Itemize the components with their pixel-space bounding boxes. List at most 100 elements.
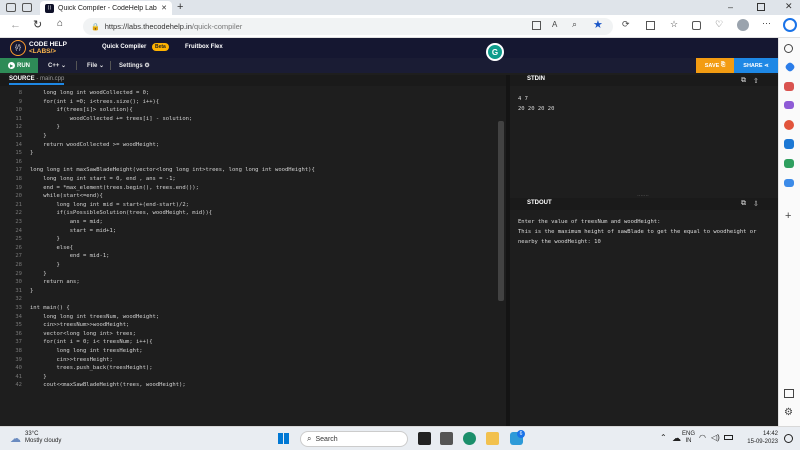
read-aloud-icon[interactable]: A (552, 20, 557, 29)
favorite-star-icon[interactable]: ★ (593, 18, 603, 31)
file-explorer-icon[interactable] (486, 432, 499, 445)
pane-divider[interactable] (506, 75, 510, 426)
share-button[interactable]: SHARE ⋖ (734, 58, 778, 73)
collections-icon[interactable] (692, 21, 701, 30)
stdin-line[interactable]: 20 20 20 20 (518, 106, 554, 112)
tab-actions-icon[interactable] (22, 3, 32, 12)
code-line[interactable]: long long int treesNum, woodHeight; (30, 314, 159, 320)
code-line[interactable]: cin>>treesNum>>woodHeight; (30, 322, 129, 328)
upload-stdin-icon[interactable]: ⇧ (753, 77, 759, 85)
code-line[interactable]: } (30, 288, 33, 294)
settings-menu[interactable]: Settings ⚙ (119, 62, 150, 69)
system-clock[interactable]: 14:42 15-09-2023 (738, 430, 778, 446)
code-line[interactable]: for(int i = 0; i< treesNum; i++){ (30, 339, 152, 345)
grammarly-icon[interactable]: G (486, 43, 504, 61)
code-line[interactable]: } (30, 150, 33, 156)
code-line[interactable]: return ans; (30, 279, 79, 285)
close-tab-icon[interactable]: ✕ (161, 4, 167, 12)
copy-stdin-icon[interactable]: ⧉ (741, 77, 746, 85)
browser-tab-active[interactable]: ⟨⟩ Quick Compiler - CodeHelp Labs ✕ (40, 1, 172, 15)
code-line[interactable]: end = mid-1; (30, 253, 110, 259)
workspaces-icon[interactable] (6, 3, 16, 12)
nav-quick-compiler[interactable]: Quick Compiler (102, 44, 146, 50)
code-line[interactable]: else{ (30, 245, 73, 251)
code-line[interactable]: end = *max_element(trees.begin(), trees.… (30, 185, 199, 191)
task-view-icon[interactable] (418, 432, 431, 445)
code-line[interactable]: while(start<=end){ (30, 193, 103, 199)
taskbar-search[interactable]: ⌕ Search (300, 431, 408, 447)
code-line[interactable]: cout<<maxSawBladeHeight(trees, woodHeigh… (30, 382, 185, 388)
copy-stdout-icon[interactable]: ⧉ (741, 200, 746, 208)
source-tab[interactable]: SOURCE - main.cpp (9, 76, 65, 85)
code-line[interactable]: if(trees[i]> solution){ (30, 107, 132, 113)
editor-scrollbar[interactable] (498, 121, 504, 301)
add-sidebar-icon[interactable]: + (785, 210, 791, 222)
nav-fruitbox-flex[interactable]: Fruitbox Flex (185, 44, 223, 50)
outlook-icon[interactable] (784, 139, 794, 149)
minimize-icon[interactable]: – (728, 2, 733, 12)
home-icon[interactable]: ⌂ (57, 18, 63, 29)
onedrive-icon[interactable]: ☁ (672, 433, 681, 444)
save-button[interactable]: SAVE ⎘ (696, 58, 734, 73)
e-tree-icon[interactable] (784, 159, 794, 168)
code-line[interactable]: } (30, 262, 59, 268)
back-icon[interactable]: ← (10, 19, 21, 31)
split-screen-icon[interactable] (646, 21, 655, 30)
weather-widget[interactable]: ☁ 33°C Mostly cloudy (10, 431, 61, 445)
shopping-icon[interactable] (784, 61, 796, 73)
tools-icon[interactable] (784, 82, 794, 91)
code-line[interactable]: } (30, 133, 46, 139)
code-line[interactable]: woodCollected += trees[i] - solution; (30, 116, 193, 122)
send-icon[interactable] (784, 179, 794, 187)
code-line[interactable]: return woodCollected >= woodHeight; (30, 142, 159, 148)
chrome-icon[interactable] (463, 432, 476, 445)
code-line[interactable]: for(int i =0; i<trees.size(); i++){ (30, 99, 159, 105)
more-menu-icon[interactable]: ··· (762, 18, 771, 28)
code-line[interactable]: long long int woodCollected = 0; (30, 90, 149, 96)
code-line[interactable]: start = mid+1; (30, 228, 116, 234)
code-editor[interactable]: 8 long long int woodCollected = 0; 9 for(… (0, 90, 496, 420)
favorites-icon[interactable]: ☆ (670, 19, 678, 30)
extensions-icon[interactable]: ♡ (715, 19, 723, 30)
code-line[interactable]: if(isPossibleSolution(trees, woodHeight,… (30, 210, 212, 216)
language-select[interactable]: C++ ⌄ (48, 62, 66, 69)
refresh-icon[interactable]: ↻ (33, 18, 42, 31)
code-line[interactable]: int main() { (30, 305, 70, 311)
codehelp-logo[interactable]: {/} CODE HELP <LABS/> (10, 40, 67, 56)
close-window-icon[interactable]: ✕ (785, 1, 793, 12)
grid-icon[interactable] (532, 21, 541, 30)
sidebar-layout-icon[interactable] (784, 389, 794, 398)
notifications-icon[interactable] (784, 434, 793, 443)
games-icon[interactable] (784, 101, 794, 109)
code-line[interactable]: long long int start = 0, end , ans = -1; (30, 176, 175, 182)
microsoft365-icon[interactable] (784, 120, 794, 130)
battery-icon[interactable] (724, 435, 733, 440)
refresh-page-icon[interactable]: ⟳ (622, 19, 630, 30)
file-explorer-icon-2[interactable] (440, 432, 453, 445)
code-line[interactable]: long long int maxSawBladeHeight(vector<l… (30, 167, 315, 173)
input-language[interactable]: ENG IN (682, 431, 695, 445)
download-stdout-icon[interactable]: ⇩ (753, 200, 759, 208)
stdin-line[interactable]: 4 7 (518, 96, 528, 102)
code-line[interactable]: } (30, 271, 46, 277)
volume-icon[interactable]: ◁) (711, 433, 720, 442)
run-button[interactable]: ▶ RUN (0, 58, 38, 73)
sidebar-settings-icon[interactable]: ⚙ (784, 407, 793, 418)
tray-chevron-icon[interactable]: ⌃ (660, 433, 667, 442)
new-tab-button[interactable]: + (177, 1, 183, 13)
maximize-icon[interactable] (757, 3, 765, 11)
code-line[interactable]: vector<long long int> trees; (30, 331, 136, 337)
code-line[interactable]: } (30, 374, 46, 380)
code-line[interactable]: cin>>treesHeight; (30, 357, 112, 363)
file-menu[interactable]: File ⌄ (87, 62, 104, 69)
code-line[interactable]: long long int treesHeight; (30, 348, 142, 354)
wifi-icon[interactable]: ◠ (699, 433, 706, 442)
zoom-icon[interactable]: ⌕ (572, 19, 577, 30)
code-line[interactable]: trees.push_back(treesHeight); (30, 365, 152, 371)
code-line[interactable]: } (30, 236, 59, 242)
search-sidebar-icon[interactable] (784, 44, 793, 53)
code-line[interactable]: long long int mid = start+(end-start)/2; (30, 202, 188, 208)
windows-start-icon[interactable] (278, 433, 289, 444)
bing-copilot-icon[interactable] (783, 18, 797, 32)
code-line[interactable]: ans = mid; (30, 219, 103, 225)
